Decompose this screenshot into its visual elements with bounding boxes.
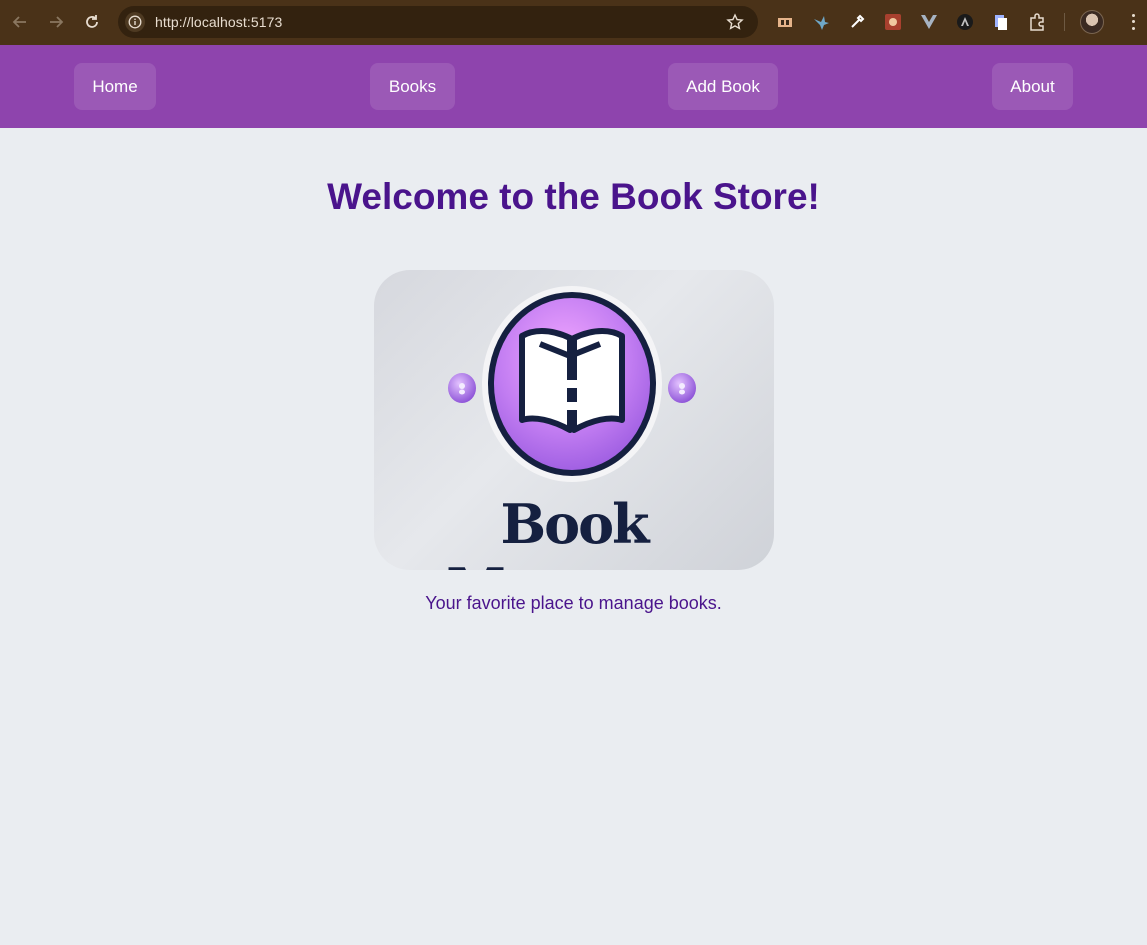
logo-wordmark: Book Manager <box>446 492 704 570</box>
extension-document-icon[interactable] <box>991 12 1011 32</box>
nav-link-about[interactable]: About <box>992 63 1073 110</box>
nav-link-home[interactable]: Home <box>74 63 156 110</box>
book-manager-logo: Book Manager <box>374 270 774 570</box>
forward-icon[interactable] <box>45 11 67 33</box>
browser-toolbar: http://localhost:5173 <box>0 0 1147 45</box>
page-title: Welcome to the Book Store! <box>327 176 820 217</box>
back-icon[interactable] <box>9 11 31 33</box>
tagline: Your favorite place to manage books. <box>425 593 722 613</box>
nav-link-add-book[interactable]: Add Book <box>668 63 778 110</box>
browser-menu-icon[interactable] <box>1128 12 1138 32</box>
nav-link-books[interactable]: Books <box>370 63 455 110</box>
toolbar-divider <box>1064 13 1065 31</box>
extension-vue-icon[interactable] <box>919 12 939 32</box>
extension-eyedropper-icon[interactable] <box>847 12 867 32</box>
extension-game-icon[interactable] <box>883 12 903 32</box>
main-navbar: Home Books Add Book About <box>0 45 1147 128</box>
reload-icon[interactable] <box>81 11 103 33</box>
extension-folder-icon[interactable] <box>775 12 795 32</box>
address-bar[interactable]: http://localhost:5173 <box>118 6 758 38</box>
extension-angular-icon[interactable] <box>955 12 975 32</box>
extension-bird-icon[interactable] <box>811 12 831 32</box>
url-text[interactable]: http://localhost:5173 <box>155 14 282 30</box>
site-info-icon[interactable] <box>125 12 145 32</box>
bookmark-star-icon[interactable] <box>726 13 744 31</box>
extensions-puzzle-icon[interactable] <box>1027 12 1047 32</box>
profile-avatar[interactable] <box>1080 10 1104 34</box>
